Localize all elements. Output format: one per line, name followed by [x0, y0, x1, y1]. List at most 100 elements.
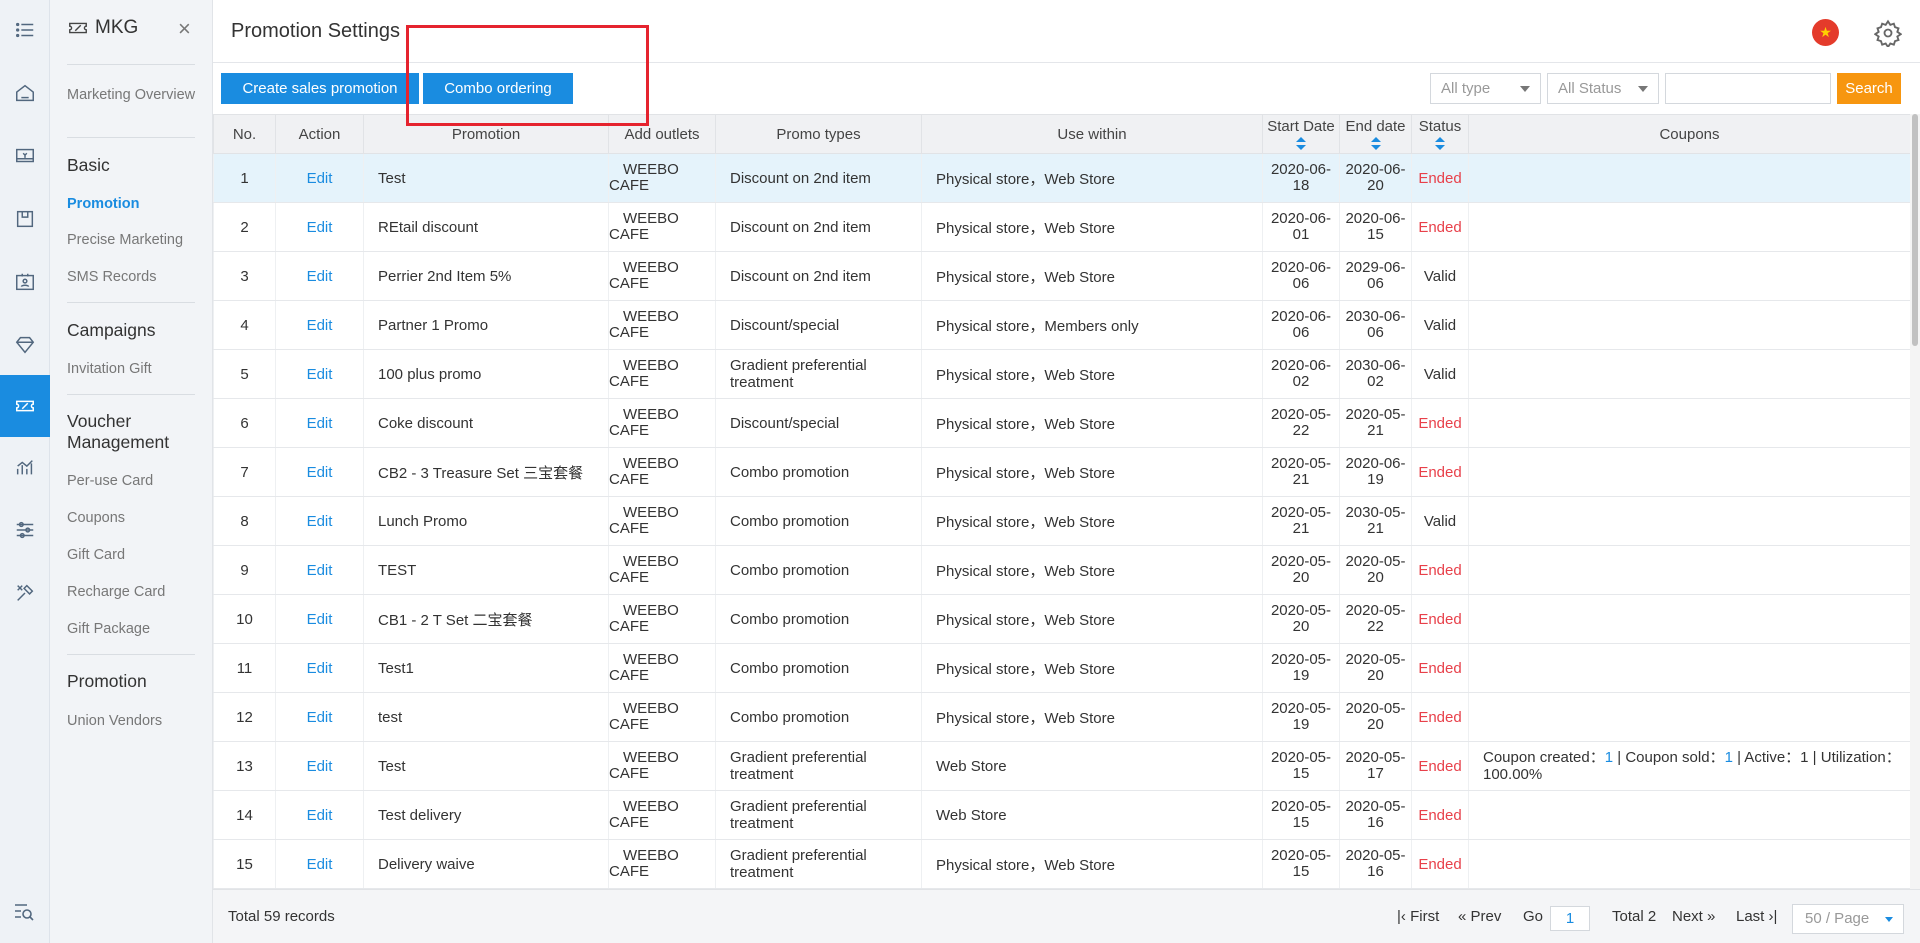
home-icon[interactable] — [0, 73, 50, 113]
use-within: Physical store，Members only — [921, 300, 1263, 350]
use-within: Physical store，Web Store — [921, 153, 1263, 203]
edit-link[interactable]: Edit — [275, 202, 364, 252]
edit-link[interactable]: Edit — [275, 741, 364, 791]
edit-link[interactable]: Edit — [275, 594, 364, 644]
sort-icon[interactable] — [1296, 136, 1306, 151]
search-input[interactable] — [1665, 73, 1831, 104]
sidebar-item-promotion[interactable]: Promotion — [67, 196, 197, 213]
start-date: 2020-05-15 — [1262, 839, 1340, 889]
promotion-name: CB1 - 2 T Set 二宝套餐 — [363, 594, 609, 644]
inventory-icon[interactable] — [0, 199, 50, 239]
tools-icon[interactable] — [0, 573, 50, 613]
member-card-icon[interactable] — [0, 262, 50, 302]
next-page-link[interactable]: Next » — [1672, 908, 1715, 925]
row-number: 6 — [213, 398, 276, 448]
sort-icon[interactable] — [1370, 136, 1381, 151]
edit-link[interactable]: Edit — [275, 839, 364, 889]
outlet-name: WEEBO CAFE — [608, 447, 716, 497]
status-filter-select[interactable]: All Status — [1547, 73, 1659, 104]
vertical-scrollbar[interactable] — [1910, 114, 1920, 889]
promotion-name: Test — [363, 153, 609, 203]
table-row: 7 Edit CB2 - 3 Treasure Set 三宝套餐 WEEBO CAFE… — [213, 447, 1910, 497]
outlet-name: WEEBO CAFE — [608, 643, 716, 693]
status-badge: Valid — [1411, 349, 1469, 399]
start-date: 2020-05-20 — [1262, 545, 1340, 595]
edit-link[interactable]: Edit — [275, 251, 364, 301]
page-number-input[interactable]: 1 — [1550, 906, 1590, 931]
edit-link[interactable]: Edit — [275, 545, 364, 595]
sidebar-item-marketing-overview[interactable]: Marketing Overview — [67, 87, 197, 104]
column-header-status[interactable]: Status — [1411, 114, 1469, 154]
gear-icon[interactable] — [1873, 19, 1903, 49]
end-date: 2020-05-20 — [1339, 692, 1412, 742]
sidebar-item-invitation-gift[interactable]: Invitation Gift — [67, 361, 197, 378]
table-row: 14 Edit Test delivery WEEBO CAFE Gradient pr… — [213, 790, 1910, 840]
table-row: 15 Edit Delivery waive WEEBO CAFE Gradient p… — [213, 839, 1910, 889]
icon-navigation-bar — [0, 0, 50, 943]
sidebar-section-basic: Basic — [67, 155, 110, 175]
edit-link[interactable]: Edit — [275, 349, 364, 399]
app-header: MKG — [67, 17, 138, 39]
settings-sliders-icon[interactable] — [0, 510, 50, 550]
column-header-end-date[interactable]: End date — [1339, 114, 1412, 154]
page-size-select[interactable]: 50 / Page — [1792, 904, 1904, 934]
sidebar-item-coupons[interactable]: Coupons — [67, 510, 197, 527]
close-sidebar-icon[interactable]: × — [178, 18, 191, 40]
coupon-sold-count[interactable]: 1 — [1725, 749, 1733, 766]
sidebar-item-union-vendors[interactable]: Union Vendors — [67, 713, 197, 730]
search-button[interactable]: Search — [1837, 73, 1901, 104]
outlet-name: WEEBO CAFE — [608, 496, 716, 546]
start-date: 2020-05-19 — [1262, 692, 1340, 742]
diamond-icon[interactable] — [0, 325, 50, 365]
analytics-icon[interactable] — [0, 447, 50, 487]
promo-type: Discount on 2nd item — [715, 153, 922, 203]
edit-link[interactable]: Edit — [275, 300, 364, 350]
edit-link[interactable]: Edit — [275, 447, 364, 497]
scrollbar-thumb[interactable] — [1912, 114, 1918, 346]
search-list-icon[interactable] — [12, 900, 36, 929]
table-row: 3 Edit Perrier 2nd Item 5% WEEBO CAFE Discou… — [213, 251, 1910, 301]
row-number: 3 — [213, 251, 276, 301]
coupon-created-count[interactable]: 1 — [1605, 749, 1613, 766]
edit-link[interactable]: Edit — [275, 692, 364, 742]
start-date: 2020-05-15 — [1262, 790, 1340, 840]
sidebar-item-per-use-card[interactable]: Per-use Card — [67, 473, 197, 490]
edit-link[interactable]: Edit — [275, 153, 364, 203]
use-within: Physical store，Web Store — [921, 643, 1263, 693]
china-flag-icon[interactable]: ★ — [1812, 19, 1839, 46]
sidebar-item-precise-marketing[interactable]: Precise Marketing — [67, 232, 197, 249]
marketing-ticket-icon[interactable] — [0, 375, 50, 437]
cash-register-icon[interactable] — [0, 136, 50, 176]
edit-link[interactable]: Edit — [275, 790, 364, 840]
status-badge: Ended — [1411, 545, 1469, 595]
column-header-start-date[interactable]: Start Date — [1262, 114, 1340, 154]
table-body: 1 Edit Test WEEBO CAFE Discount on 2nd item P… — [213, 153, 1910, 889]
type-filter-value: All type — [1441, 80, 1491, 97]
promo-type: Gradient preferential treatment — [715, 839, 922, 889]
chevron-down-icon — [1638, 86, 1648, 92]
promo-type: Gradient preferential treatment — [715, 790, 922, 840]
promotion-name: 100 plus promo — [363, 349, 609, 399]
last-page-link[interactable]: Last ›| — [1736, 908, 1777, 925]
end-date: 2020-05-20 — [1339, 545, 1412, 595]
edit-link[interactable]: Edit — [275, 398, 364, 448]
sort-icon[interactable] — [1435, 136, 1445, 151]
total-records: Total 59 records — [228, 908, 335, 925]
create-sales-promotion-button[interactable]: Create sales promotion — [221, 73, 419, 104]
sidebar-item-gift-card[interactable]: Gift Card — [67, 547, 197, 564]
prev-page-link[interactable]: « Prev — [1458, 908, 1501, 925]
edit-link[interactable]: Edit — [275, 496, 364, 546]
promo-type: Discount on 2nd item — [715, 202, 922, 252]
coupons-cell — [1468, 594, 1910, 644]
outlet-name: WEEBO CAFE — [608, 594, 716, 644]
status-badge: Ended — [1411, 594, 1469, 644]
type-filter-select[interactable]: All type — [1430, 73, 1541, 104]
first-page-link[interactable]: |‹ First — [1397, 908, 1439, 925]
edit-link[interactable]: Edit — [275, 643, 364, 693]
menu-icon[interactable] — [0, 10, 50, 50]
coupon-created-label: Coupon created： — [1483, 749, 1605, 766]
sidebar-item-recharge-card[interactable]: Recharge Card — [67, 584, 197, 601]
sidebar-item-gift-package[interactable]: Gift Package — [67, 621, 197, 638]
promotion-name: REtail discount — [363, 202, 609, 252]
sidebar-item-sms-records[interactable]: SMS Records — [67, 269, 197, 286]
